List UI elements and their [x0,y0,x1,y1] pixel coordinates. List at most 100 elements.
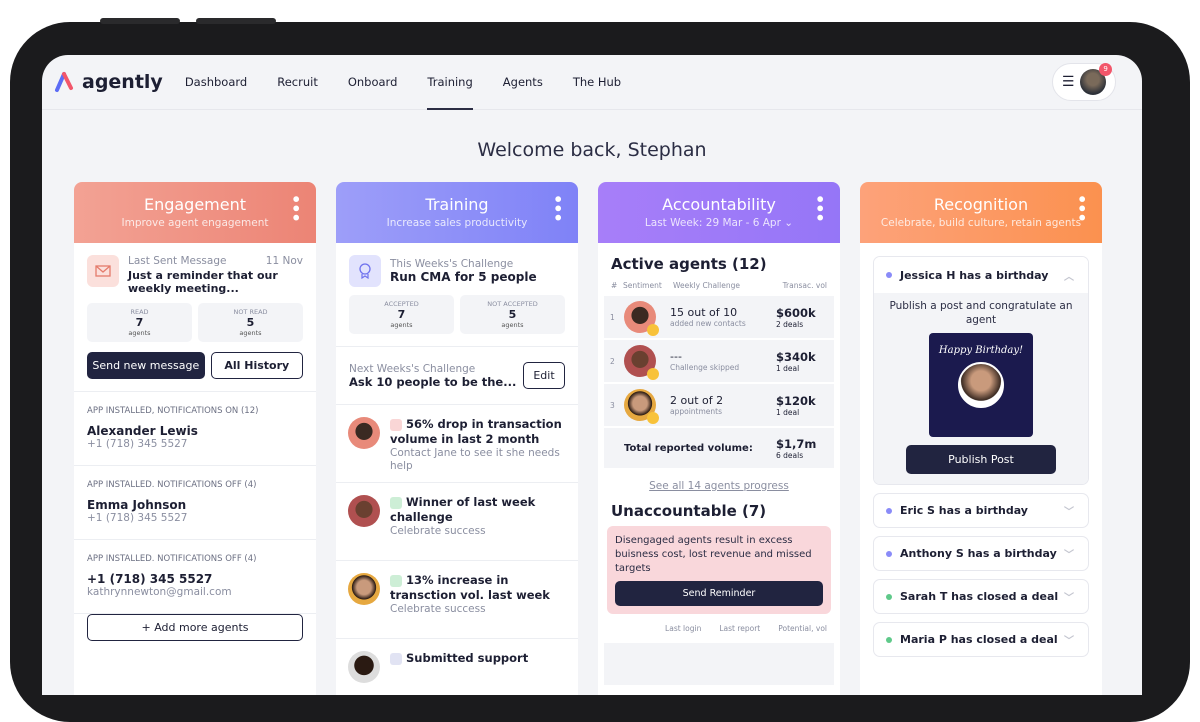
agent-name: +1 (718) 345 5527 [87,572,213,586]
welcome-heading: Welcome back, Stephan [477,139,707,161]
unaccountable-title: Unaccountable (7) [611,502,767,520]
nav-onboard[interactable]: Onboard [348,55,398,110]
top-nav: agently Dashboard Recruit Onboard Traini… [42,55,1142,110]
add-more-agents-button[interactable]: + Add more agents [87,614,303,641]
dot-icon [886,593,892,600]
chevron-down-icon: ﹀ [1064,593,1074,604]
card-title: Recognition [933,195,1029,214]
card-title: Engagement [143,195,247,214]
next-week-challenge: Next Weeks's Challenge Ask 10 people to b… [336,347,578,405]
agent-group: APP INSTALLED. NOTIFICATIONS OFF (4) [87,480,257,490]
card-title: Training [425,195,489,214]
engagement-header: Engagement Improve agent engagement ••• [74,182,316,243]
agent-photo [624,345,659,380]
warning-text: Disengaged agents result in excess buisn… [615,535,812,574]
agent-photo [348,495,380,527]
mail-icon [87,255,119,287]
table-row [604,643,834,685]
app-screen: agently Dashboard Recruit Onboard Traini… [42,55,1142,695]
feed-title: 56% drop in transaction volume in last 2… [390,417,562,446]
more-icon[interactable]: ••• [286,194,305,222]
last-message-label: Last Sent Message [128,255,227,267]
nav-dashboard[interactable]: Dashboard [185,55,247,110]
profile-menu[interactable]: ☰ 9 [1052,63,1116,101]
card-subtitle: Increase sales productivity [386,217,528,229]
trophy-icon [390,496,402,509]
next-challenge-label: Next Weeks's Challenge [349,362,476,375]
training-card: Training Increase sales productivity •••… [336,182,578,695]
agent-contact: +1 (718) 345 5527 [87,438,188,450]
last-message: Last Sent Message 11 Nov Just a reminder … [74,243,316,392]
edit-button[interactable]: Edit [523,362,565,389]
agent-item[interactable]: APP INSTALLED, NOTIFICATIONS ON (12) Alex… [74,392,316,466]
dot-icon [886,507,892,514]
support-icon [390,652,402,665]
logo[interactable]: agently [54,71,163,93]
publish-post-button[interactable]: Publish Post [906,445,1056,474]
sentiment-emoji-icon [647,368,659,380]
logo-icon [55,72,73,92]
trend-down-icon [390,418,402,431]
feed-item[interactable]: Winner of last week challenge Celebrate s… [336,483,578,561]
agent-item[interactable]: APP INSTALLED. NOTIFICATIONS OFF (4) +1 (… [74,540,316,614]
agent-item[interactable]: APP INSTALLED. NOTIFICATIONS OFF (4) Emma… [74,466,316,540]
nav-training[interactable]: Training [427,55,474,110]
total-row: Total reported volume: $1,7m 6 deals [604,428,834,468]
agent-contact: kathrynnewton@gmail.com [87,586,232,598]
more-icon[interactable]: ••• [810,194,829,222]
agent-photo [624,389,659,424]
last-message-date: 11 Nov [265,255,303,267]
dot-icon [886,636,892,643]
accepted-stat: ACCEPTED 7 agents [349,295,454,334]
dot-icon [886,550,892,557]
feed-subtitle: Contact Jane to see it she needs help [390,447,560,472]
device-button [196,18,276,24]
birthday-card-image: Happy Birthday! [929,333,1033,437]
notification-item[interactable]: Sarah T has closed a deal ﹀ [873,579,1089,614]
feed-item[interactable]: 13% increase in transction vol. last wee… [336,561,578,639]
not-read-stat: NOT READ 5 agents [198,303,303,342]
notification-text: Publish a post and congratulate an agent [889,300,1073,326]
agent-group: APP INSTALLED. NOTIFICATIONS OFF (4) [87,554,257,564]
notification-item[interactable]: Maria P has closed a deal ﹀ [873,622,1089,657]
table-row[interactable]: 2 --- Challenge skipped $340k 1 deal [604,340,834,382]
send-new-message-button[interactable]: Send new message [87,352,205,379]
warning-box: Disengaged agents result in excess buisn… [607,526,831,614]
device-button [100,18,180,24]
active-agents-title: Active agents (12) [611,255,767,273]
notification-header[interactable]: Jessica H has a birthday ︿ [874,257,1088,293]
feed-item[interactable]: Submitted support [336,639,578,695]
more-icon[interactable]: ••• [548,194,567,222]
notification-item[interactable]: Eric S has a birthday ﹀ [873,493,1089,528]
feed-subtitle: Celebrate success [390,603,486,615]
nav-the-hub[interactable]: The Hub [573,55,621,110]
agent-photo [348,417,380,449]
agent-group: APP INSTALLED, NOTIFICATIONS ON (12) [87,406,259,416]
week-selector[interactable]: Last Week: 29 Mar - 6 Apr ⌄ [598,217,840,229]
send-reminder-button[interactable]: Send Reminder [615,581,823,606]
last-message-text: Just a reminder that our weekly meeting.… [128,269,278,295]
table-header: # Sentiment Weekly Challenge Transac. vol [611,281,827,290]
see-all-link[interactable]: See all 14 agents progress [598,480,840,492]
agent-photo [624,301,659,336]
feed-title: Submitted support [406,651,529,665]
accountability-header: Accountability Last Week: 29 Mar - 6 Apr… [598,182,840,243]
table-row[interactable]: 32 out of 2 appointments $120k 1 deal [604,384,834,426]
recognition-header: Recognition Celebrate, build culture, re… [860,182,1102,243]
agent-name: Alexander Lewis [87,424,198,438]
sentiment-emoji-icon [647,412,659,424]
nav-agents[interactable]: Agents [503,55,543,110]
agent-name: Emma Johnson [87,498,187,512]
this-week-challenge: This Weeks's Challenge Run CMA for 5 peop… [336,243,578,347]
badge-icon [349,255,381,287]
all-history-button[interactable]: All History [210,352,303,379]
notification-item[interactable]: Anthony S has a birthday ﹀ [873,536,1089,571]
nav-recruit[interactable]: Recruit [277,55,318,110]
table-row[interactable]: 1 15 out of 10 added new contacts $600k 2 de… [604,296,834,338]
agent-photo [348,573,380,605]
feed-item[interactable]: 56% drop in transaction volume in last 2… [336,405,578,483]
dot-icon [886,272,892,278]
more-icon[interactable]: ••• [1072,194,1091,222]
card-subtitle: Celebrate, build culture, retain agents [880,217,1082,229]
card-subtitle: Improve agent engagement [121,217,269,229]
